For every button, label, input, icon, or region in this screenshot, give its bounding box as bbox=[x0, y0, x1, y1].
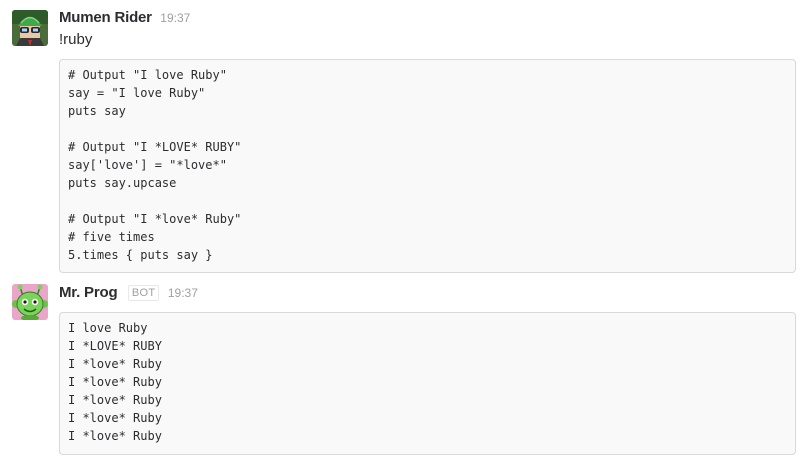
code-line: # Output "I love Ruby" bbox=[68, 68, 227, 82]
sender-name[interactable]: Mr. Prog bbox=[59, 284, 118, 301]
code-line: puts say bbox=[68, 104, 126, 118]
code-block: # Output "I love Ruby" say = "I love Rub… bbox=[59, 59, 796, 273]
code-line: say = "I love Ruby" bbox=[68, 86, 206, 100]
message-text: !ruby bbox=[59, 31, 93, 48]
bot-badge: BOT bbox=[127, 285, 160, 301]
timestamp[interactable]: 19:37 bbox=[160, 11, 190, 25]
code-line: # five times bbox=[68, 230, 155, 244]
code-line: I *love* Ruby bbox=[68, 375, 162, 389]
code-line: # Output "I *love* Ruby" bbox=[68, 212, 242, 226]
timestamp[interactable]: 19:37 bbox=[168, 286, 198, 300]
code-line: I *love* Ruby bbox=[68, 393, 162, 407]
code-line: I *love* Ruby bbox=[68, 411, 162, 425]
code-line: say['love'] = "*love*" bbox=[68, 158, 227, 172]
code-line: I *LOVE* RUBY bbox=[68, 339, 162, 353]
code-line: I *love* Ruby bbox=[68, 429, 162, 443]
mr-prog-avatar[interactable] bbox=[12, 284, 48, 320]
code-line: puts say.upcase bbox=[68, 176, 177, 190]
code-line: 5.times { puts say } bbox=[68, 248, 213, 262]
mumen-rider-avatar[interactable] bbox=[12, 10, 48, 46]
code-line: # Output "I *LOVE* RUBY" bbox=[68, 140, 242, 154]
sender-name[interactable]: Mumen Rider bbox=[59, 9, 152, 26]
code-block: I love Ruby I *LOVE* RUBY I *love* Ruby … bbox=[59, 312, 796, 455]
code-line: I *love* Ruby bbox=[68, 357, 162, 371]
message-header: Mumen Rider 19:37 bbox=[59, 9, 190, 29]
message-header: Mr. Prog BOT 19:37 bbox=[59, 284, 198, 304]
code-line: I love Ruby bbox=[68, 321, 148, 335]
